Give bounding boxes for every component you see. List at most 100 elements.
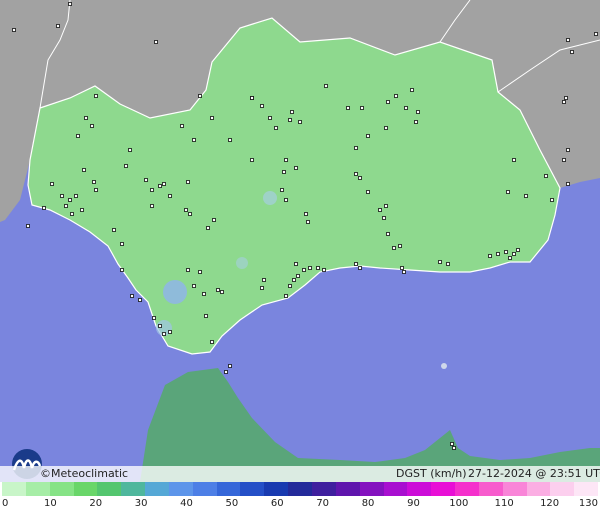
legend-swatch <box>216 482 241 496</box>
station-dot-icon <box>90 124 94 128</box>
legend-swatch <box>550 482 575 496</box>
station-dot-icon <box>120 242 124 246</box>
legend-swatch <box>73 482 98 496</box>
station-dot-icon <box>202 292 206 296</box>
variable-label: DGST (km/h) <box>396 467 467 480</box>
station-dot-icon <box>400 266 404 270</box>
station-dot-icon <box>360 106 364 110</box>
station-dot-icon <box>168 330 172 334</box>
station-dot-icon <box>162 332 166 336</box>
legend-tick-label: 90 <box>407 498 420 509</box>
station-dot-icon <box>274 126 278 130</box>
station-dot-icon <box>562 158 566 162</box>
station-dot-icon <box>250 96 254 100</box>
station-dot-icon <box>298 120 302 124</box>
legend-swatch <box>478 482 503 496</box>
station-dot-icon <box>120 268 124 272</box>
station-dot-icon <box>124 164 128 168</box>
legend-tick-label: 110 <box>494 498 514 509</box>
legend-tick-label: 0 <box>2 498 9 509</box>
timestamp-label: 27-12-2024 @ 23:51 UTC <box>468 467 600 480</box>
legend-tick-label: 50 <box>225 498 239 509</box>
station-dot-icon <box>410 88 414 92</box>
station-dot-icon <box>378 208 382 212</box>
station-dot-icon <box>260 104 264 108</box>
legend-swatch <box>335 482 360 496</box>
legend-swatch <box>574 482 599 496</box>
station-dot-icon <box>306 220 310 224</box>
station-dot-icon <box>290 110 294 114</box>
station-dot-icon <box>186 180 190 184</box>
station-dot-icon <box>76 134 80 138</box>
station-dot-icon <box>282 170 286 174</box>
station-dot-icon <box>566 38 570 42</box>
station-dot-icon <box>204 314 208 318</box>
legend-swatch <box>49 482 74 496</box>
station-dot-icon <box>80 208 84 212</box>
station-dot-icon <box>288 284 292 288</box>
legend-swatch <box>2 482 26 496</box>
station-dot-icon <box>384 126 388 130</box>
station-dot-icon <box>220 290 224 294</box>
legend-swatch <box>383 482 408 496</box>
legend-tick-label: 20 <box>89 498 103 509</box>
station-dot-icon <box>438 260 442 264</box>
station-dot-icon <box>294 262 298 266</box>
station-dot-icon <box>262 278 266 282</box>
legend-swatch <box>431 482 456 496</box>
station-dot-icon <box>496 252 500 256</box>
station-dot-icon <box>186 268 190 272</box>
station-dot-icon <box>68 2 72 6</box>
station-dot-icon <box>284 294 288 298</box>
station-dot-icon <box>184 208 188 212</box>
station-dot-icon <box>450 442 454 446</box>
station-dot-icon <box>398 244 402 248</box>
station-dot-icon <box>506 190 510 194</box>
legend-swatch <box>240 482 265 496</box>
legend-swatch <box>25 482 50 496</box>
station-dot-icon <box>508 256 512 260</box>
station-dot-icon <box>562 100 566 104</box>
island <box>441 363 447 369</box>
station-dot-icon <box>366 134 370 138</box>
station-dot-icon <box>212 218 216 222</box>
station-dot-icon <box>550 198 554 202</box>
station-dot-icon <box>144 178 148 182</box>
station-dot-icon <box>82 168 86 172</box>
station-dot-icon <box>354 172 358 176</box>
station-dot-icon <box>150 188 154 192</box>
gust-patch <box>236 257 248 269</box>
legend-swatch <box>407 482 432 496</box>
station-dot-icon <box>50 182 54 186</box>
station-dot-icon <box>70 212 74 216</box>
legend-swatch <box>526 482 551 496</box>
station-dot-icon <box>138 298 142 302</box>
station-dot-icon <box>512 252 516 256</box>
station-dot-icon <box>302 268 306 272</box>
legend-tick-label: 60 <box>270 498 284 509</box>
station-dot-icon <box>168 194 172 198</box>
station-dot-icon <box>150 204 154 208</box>
legend-swatch <box>455 482 479 496</box>
station-dot-icon <box>358 176 362 180</box>
station-dot-icon <box>316 266 320 270</box>
station-dot-icon <box>594 32 598 36</box>
station-dot-icon <box>12 28 16 32</box>
station-dot-icon <box>180 124 184 128</box>
station-dot-icon <box>284 198 288 202</box>
station-dot-icon <box>322 268 326 272</box>
station-dot-icon <box>26 224 30 228</box>
legend-swatch <box>121 482 146 496</box>
station-dot-icon <box>92 180 96 184</box>
station-dot-icon <box>112 228 116 232</box>
station-dot-icon <box>524 194 528 198</box>
station-dot-icon <box>354 262 358 266</box>
wind-gust-map <box>0 0 600 482</box>
legend-tick-label: 80 <box>361 498 375 509</box>
station-dot-icon <box>292 278 296 282</box>
station-dot-icon <box>64 204 68 208</box>
station-dot-icon <box>74 194 78 198</box>
station-dot-icon <box>192 284 196 288</box>
legend-color-scale <box>2 482 599 496</box>
legend-tick-label: 100 <box>449 498 469 509</box>
